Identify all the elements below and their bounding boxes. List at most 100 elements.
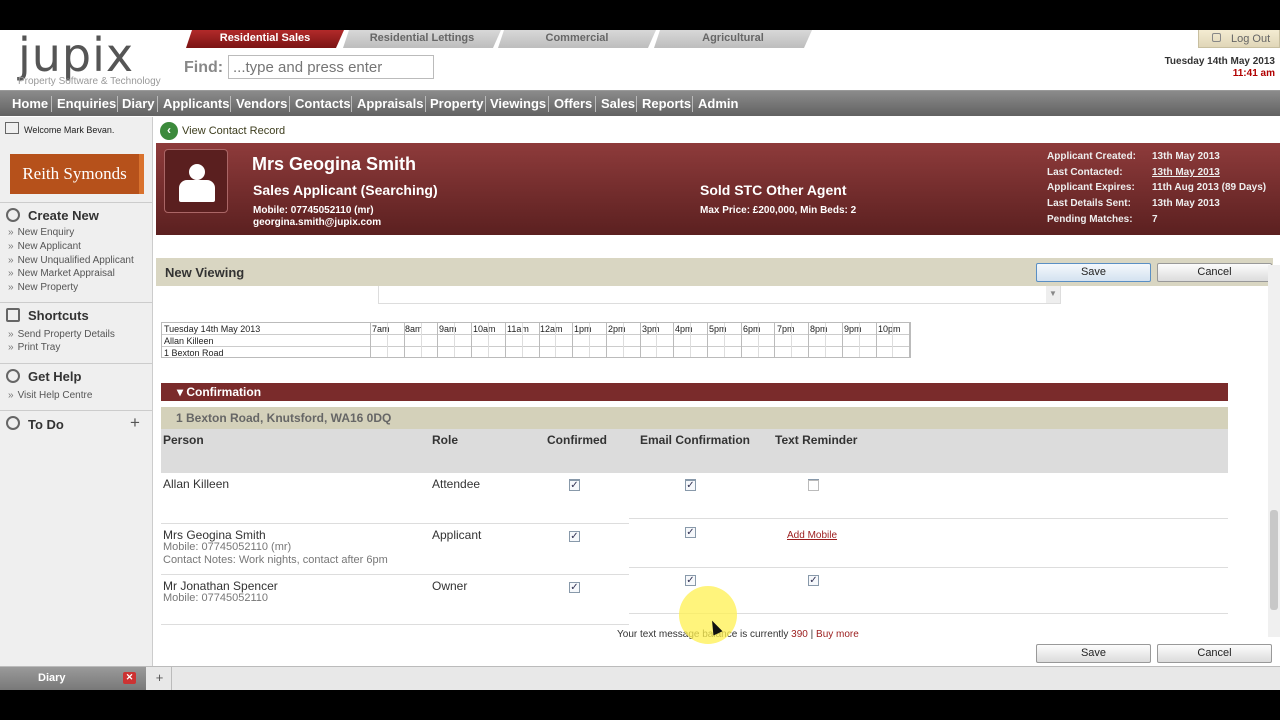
grid-slot-line	[690, 323, 692, 357]
grid-slot-line	[909, 323, 911, 357]
contact-status: Sold STC Other Agent	[700, 182, 847, 198]
cancel-button-bottom[interactable]: Cancel	[1157, 644, 1272, 663]
text-reminder-checkbox[interactable]: ✓	[808, 480, 819, 491]
buy-more-link[interactable]: Buy more	[816, 629, 859, 640]
hour-label: 11am	[507, 324, 529, 334]
save-button[interactable]: Save	[1036, 263, 1151, 282]
back-arrow-icon: ‹	[160, 122, 178, 140]
col-text-reminder: Text Reminder	[775, 433, 858, 447]
bottom-tab-bar: Diary ✕ +	[0, 666, 1280, 690]
viewing-address-bar: 1 Bexton Road, Knutsford, WA16 0DQ	[161, 407, 1228, 429]
nav-reports[interactable]: Reports	[642, 91, 691, 117]
nav-separator	[636, 96, 637, 112]
tab-residential-sales[interactable]: Residential Sales	[186, 30, 344, 48]
grid-property-label: 1 Bexton Road	[164, 348, 224, 358]
nav-applicants[interactable]: Applicants	[163, 91, 229, 117]
viewing-notes-field[interactable]: ▼	[378, 286, 1061, 304]
nav-separator	[289, 96, 290, 112]
nav-appraisals[interactable]: Appraisals	[357, 91, 423, 117]
link-new-applicant[interactable]: » New Applicant	[8, 241, 81, 252]
jupix-logo[interactable]: jupix Property Software & Technology	[0, 30, 180, 90]
email-checkbox[interactable]: ✓	[685, 527, 696, 538]
nav-enquiries[interactable]: Enquiries	[57, 91, 116, 117]
text-reminder-checkbox[interactable]: ✓	[808, 575, 819, 586]
person-name: Mrs Geogina Smith	[163, 528, 266, 542]
scroll-down-icon[interactable]: ▼	[1046, 286, 1060, 303]
nav-separator	[595, 96, 596, 112]
avatar-head	[189, 164, 205, 180]
tab-agricultural[interactable]: Agricultural	[654, 30, 812, 48]
add-mobile-link[interactable]: Add Mobile	[787, 530, 837, 541]
find-input[interactable]	[228, 55, 434, 79]
link-new-enquiry[interactable]: » New Enquiry	[8, 227, 74, 238]
close-icon[interactable]: ✕	[123, 672, 136, 684]
nav-admin[interactable]: Admin	[698, 91, 738, 117]
link-print-tray[interactable]: » Print Tray	[8, 342, 60, 353]
add-todo-button[interactable]: +	[130, 413, 140, 433]
grid-slot-line	[774, 323, 776, 357]
get-help-section: Get Help » Visit Help Centre	[0, 363, 153, 407]
confirmation-title: ▾ Confirmation	[177, 385, 262, 399]
link-new-property[interactable]: » New Property	[8, 282, 78, 293]
meta-label-pending-matches: Pending Matches:	[1047, 214, 1133, 225]
grid-slot-line	[639, 323, 641, 357]
contact-email[interactable]: georgina.smith@jupix.com	[253, 217, 381, 228]
welcome-name: Mark Bevan.	[63, 125, 115, 135]
grid-slot-line	[841, 323, 843, 357]
link-new-unqualified-applicant[interactable]: » New Unqualified Applicant	[8, 255, 134, 266]
grid-slot-line	[808, 323, 810, 357]
scrollbar-thumb[interactable]	[1270, 510, 1278, 610]
confirmed-checkbox[interactable]: ✓	[569, 480, 580, 491]
contact-type: Sales Applicant (Searching)	[253, 182, 438, 198]
grid-slot-line	[572, 323, 574, 357]
nav-offers[interactable]: Offers	[554, 91, 592, 117]
save-button-bottom[interactable]: Save	[1036, 644, 1151, 663]
grid-slot-line	[589, 323, 591, 357]
diary-availability-grid: Tuesday 14th May 2013 7am 8am 9am 10am 1…	[161, 322, 911, 358]
person-role: Owner	[432, 579, 468, 593]
main-nav: Home Enquiries Diary Applicants Vendors …	[0, 90, 1280, 116]
grid-slot-line	[875, 323, 877, 357]
grid-slot-line	[858, 323, 860, 357]
nav-property[interactable]: Property	[430, 91, 483, 117]
grid-slot-line	[487, 323, 489, 357]
email-checkbox[interactable]: ✓	[685, 575, 696, 586]
add-tab-button[interactable]: +	[148, 667, 172, 690]
shortcuts-icon	[6, 308, 20, 322]
cancel-button[interactable]: Cancel	[1157, 263, 1272, 282]
diary-tab-label: Diary	[38, 672, 66, 684]
nav-diary[interactable]: Diary	[122, 91, 155, 117]
grid-slot-line	[740, 323, 742, 357]
new-viewing-header: New Viewing Save Cancel	[156, 258, 1273, 286]
create-new-title: Create New	[28, 208, 99, 223]
nav-viewings[interactable]: Viewings	[490, 91, 546, 117]
confirmed-checkbox[interactable]: ✓	[569, 531, 580, 542]
tab-residential-lettings[interactable]: Residential Lettings	[343, 30, 501, 48]
contact-avatar-icon	[164, 149, 228, 213]
grid-slot-line	[707, 323, 708, 357]
email-checkbox[interactable]: ✓	[685, 480, 696, 491]
link-send-property-details[interactable]: » Send Property Details	[8, 329, 115, 340]
col-role: Role	[432, 433, 459, 447]
confirmation-table-header: Person Role Confirmed Email Confirmation…	[161, 429, 1228, 490]
col-confirmed: Confirmed	[547, 433, 607, 447]
tab-commercial[interactable]: Commercial	[498, 30, 656, 48]
nav-home[interactable]: Home	[12, 91, 48, 117]
bottom-tab-diary[interactable]: Diary ✕	[0, 667, 146, 690]
nav-contacts[interactable]: Contacts	[295, 91, 351, 117]
grid-row-attendee: Allan Killeen	[162, 335, 910, 347]
confirmed-checkbox[interactable]: ✓	[569, 582, 580, 593]
grid-row-date: Tuesday 14th May 2013 7am 8am 9am 10am 1…	[162, 323, 910, 335]
settings-icon[interactable]	[5, 122, 19, 134]
meta-label-created: Applicant Created:	[1047, 151, 1136, 162]
logout-button[interactable]: Log Out	[1198, 30, 1280, 48]
link-new-market-appraisal[interactable]: » New Market Appraisal	[8, 268, 115, 279]
link-visit-help-centre[interactable]: » Visit Help Centre	[8, 390, 92, 401]
nav-sales[interactable]: Sales	[601, 91, 635, 117]
confirmation-section-header[interactable]: ▾ Confirmation	[161, 383, 1228, 401]
page-scrollbar[interactable]	[1268, 265, 1280, 637]
nav-vendors[interactable]: Vendors	[236, 91, 287, 117]
agency-logo: Reith Symonds	[10, 154, 144, 194]
meta-value-last-contacted[interactable]: 13th May 2013	[1152, 167, 1220, 178]
contact-name: Mrs Geogina Smith	[252, 154, 417, 174]
